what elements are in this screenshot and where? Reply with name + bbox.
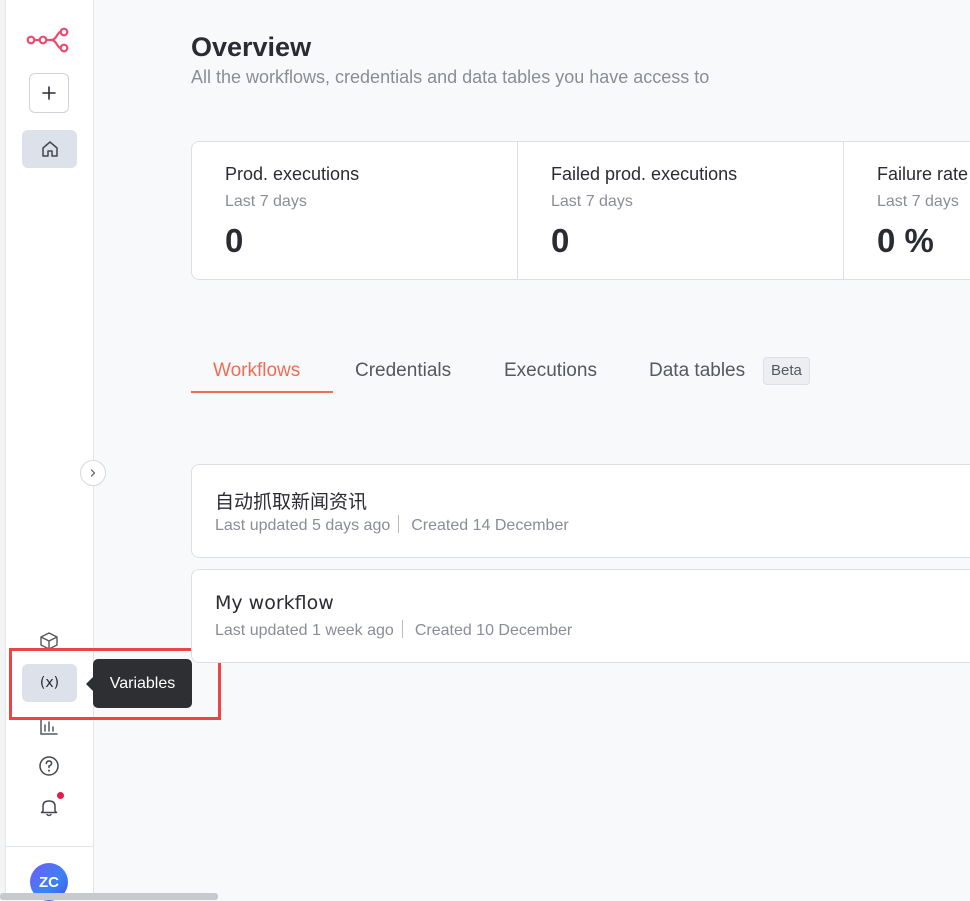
tabs: Workflows Credentials Executions Data ta… — [191, 355, 851, 393]
workflow-updated: Last updated 5 days ago — [215, 517, 391, 534]
tooltip-text: Variables — [109, 674, 176, 692]
stat-label: Failed prod. executions — [551, 164, 738, 184]
stat-period: Last 7 days — [551, 193, 633, 210]
bar-chart-icon — [40, 717, 58, 735]
stat-failure-rate[interactable]: Failure rate Last 7 days 0 % — [843, 142, 970, 279]
n8n-logo-icon[interactable] — [26, 26, 72, 54]
home-icon — [41, 141, 58, 157]
stat-failed-prod-executions[interactable]: Failed prod. executions Last 7 days 0 — [517, 142, 842, 279]
variables-tooltip: Variables — [86, 659, 192, 708]
stat-period: Last 7 days — [877, 193, 959, 210]
sidebar-edge — [0, 0, 6, 900]
notification-dot — [57, 792, 64, 799]
variables-icon: (x) — [39, 675, 60, 691]
horizontal-scrollbar[interactable] — [0, 893, 218, 900]
beta-badge: Beta — [763, 357, 810, 385]
stat-label: Prod. executions — [225, 164, 360, 184]
tab-executions[interactable]: Executions — [504, 360, 597, 382]
sidebar: (x) ZC — [0, 0, 106, 901]
avatar-initials: ZC — [39, 873, 59, 891]
workflow-card[interactable]: 自动抓取新闻资讯 Last updated 5 days ago Created … — [191, 464, 970, 558]
workflow-name: 自动抓取新闻资讯 — [215, 491, 368, 513]
workflow-name: My workflow — [215, 592, 334, 614]
plus-icon — [42, 86, 56, 100]
help-icon — [39, 756, 59, 776]
sidebar-item-help[interactable] — [36, 753, 62, 779]
workflow-created: Created 10 December — [414, 622, 573, 639]
sidebar-item-insights[interactable] — [36, 713, 62, 739]
stat-prod-executions[interactable]: Prod. executions Last 7 days 0 — [192, 142, 517, 279]
tab-data-tables[interactable]: Data tables — [649, 360, 745, 382]
bell-icon — [40, 800, 58, 817]
meta-separator — [398, 515, 400, 533]
workflow-meta: Last updated 1 week ago Created 10 Decemb… — [215, 620, 572, 640]
tab-credentials[interactable]: Credentials — [355, 360, 451, 382]
workflow-created: Created 14 December — [411, 517, 569, 534]
chevron-right-icon — [90, 469, 96, 477]
workflow-card[interactable]: My workflow Last updated 1 week ago Creat… — [191, 569, 970, 663]
add-button[interactable] — [29, 73, 69, 113]
stat-value: 0 % — [877, 222, 934, 259]
page-subtitle: All the workflows, credentials and data … — [191, 67, 710, 87]
package-icon — [40, 632, 58, 650]
sidebar-item-templates[interactable] — [36, 628, 62, 654]
collapse-sidebar-button[interactable] — [80, 460, 106, 486]
sidebar-item-variables[interactable]: (x) — [22, 664, 77, 702]
stat-value: 0 — [225, 222, 244, 259]
stats-panel: Prod. executions Last 7 days 0 Failed pr… — [191, 141, 970, 280]
page-title: Overview — [191, 32, 312, 62]
stat-label: Failure rate — [877, 164, 969, 184]
stat-value: 0 — [551, 222, 570, 259]
meta-separator — [401, 620, 403, 638]
sidebar-item-overview[interactable] — [22, 130, 77, 168]
divider — [5, 846, 93, 847]
workflow-updated: Last updated 1 week ago — [215, 622, 394, 639]
tab-workflows[interactable]: Workflows — [213, 360, 300, 382]
workflow-meta: Last updated 5 days ago Created 14 Decemb… — [215, 515, 569, 535]
active-tab-indicator — [191, 391, 333, 393]
stat-period: Last 7 days — [225, 193, 307, 210]
